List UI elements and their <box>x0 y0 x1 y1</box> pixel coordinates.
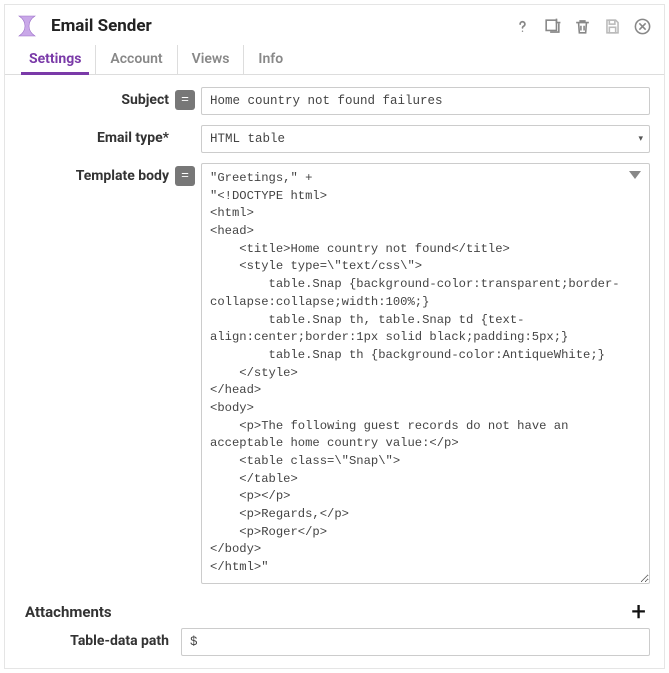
close-icon[interactable] <box>632 16 652 36</box>
label-template-body: Template body <box>19 163 169 184</box>
tab-bar: Settings Account Views Info <box>5 45 664 75</box>
subject-input[interactable] <box>201 87 650 115</box>
add-attachment-icon[interactable]: + <box>631 602 650 622</box>
email-type-select[interactable]: HTML table ▾ <box>201 125 650 153</box>
attachments-section: Attachments + <box>5 594 664 626</box>
help-icon[interactable] <box>512 16 532 36</box>
save-icon[interactable] <box>602 16 622 36</box>
panel-title: Email Sender <box>51 16 152 36</box>
row-subject: Subject = <box>19 87 650 115</box>
tab-views[interactable]: Views <box>178 45 245 74</box>
label-email-type: Email type* <box>19 125 169 146</box>
tab-info[interactable]: Info <box>244 45 297 74</box>
duplicate-icon[interactable] <box>542 16 562 36</box>
delete-icon[interactable] <box>572 16 592 36</box>
table-data-path-input[interactable] <box>181 628 650 656</box>
settings-form: Subject = Email type* HTML table ▾ Templ… <box>5 75 664 584</box>
template-body-textarea[interactable]: "Greetings," + "<!DOCTYPE html> <html> <… <box>201 163 650 584</box>
panel-header: Email Sender <box>5 5 664 45</box>
tab-settings[interactable]: Settings <box>15 45 96 74</box>
chevron-down-icon: ▾ <box>638 134 643 144</box>
email-type-value: HTML table <box>210 132 285 146</box>
snap-icon <box>15 13 41 39</box>
expression-toggle-subject[interactable]: = <box>175 90 195 110</box>
tab-account[interactable]: Account <box>96 45 177 74</box>
expression-toggle-template[interactable]: = <box>175 166 195 186</box>
expand-icon[interactable] <box>628 169 642 185</box>
attachments-label: Attachments <box>25 603 112 621</box>
row-template-body: Template body = "Greetings," + "<!DOCTYP… <box>19 163 650 584</box>
label-subject: Subject <box>19 87 169 108</box>
label-table-data-path: Table-data path <box>19 628 169 649</box>
row-table-data-path: Table-data path <box>19 628 650 656</box>
row-email-type: Email type* HTML table ▾ <box>19 125 650 153</box>
email-sender-panel: Email Sender <box>4 4 665 669</box>
header-toolbar <box>512 16 652 36</box>
